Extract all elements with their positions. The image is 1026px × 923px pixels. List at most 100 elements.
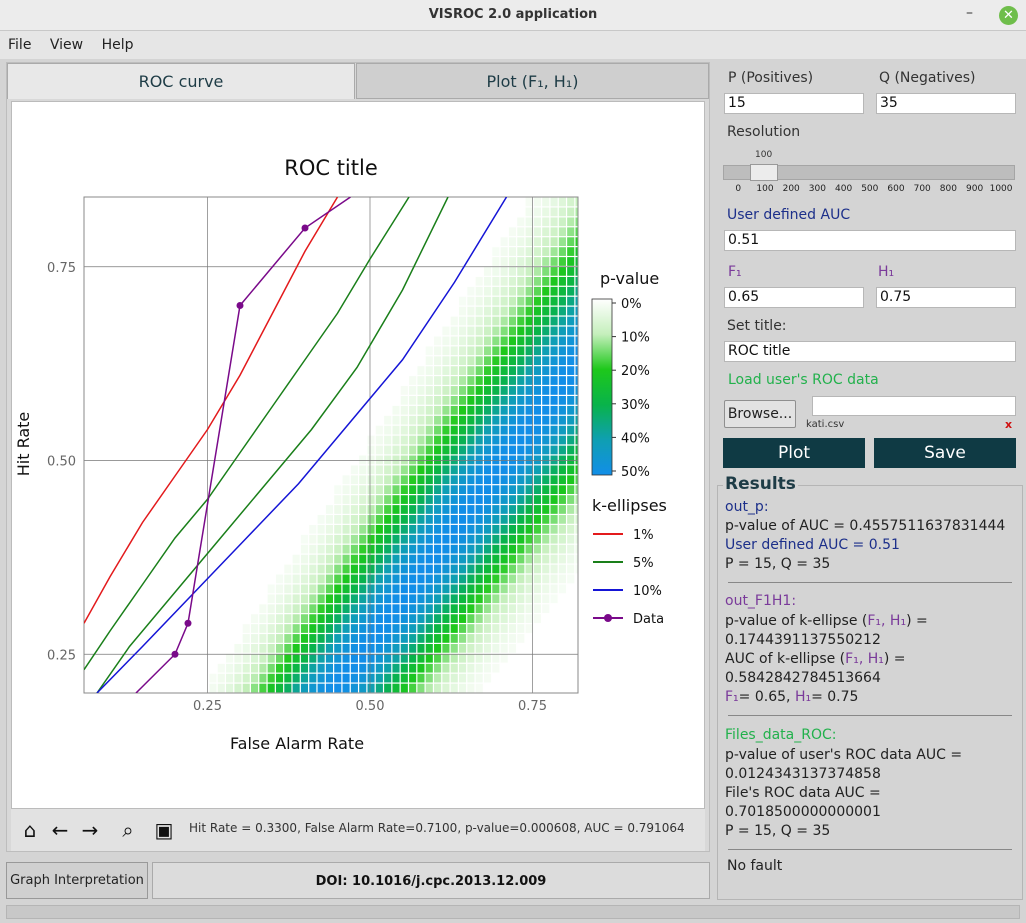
heatmap-cell <box>550 376 558 385</box>
heatmap-cell <box>450 425 458 435</box>
slider-handle[interactable] <box>750 164 778 181</box>
heatmap-cell <box>517 564 525 574</box>
heatmap-cell <box>284 683 292 693</box>
heatmap-cell <box>508 445 517 455</box>
heatmap-cell <box>492 475 500 485</box>
pvalue-user-value: 0.0124343137374858 <box>725 766 881 782</box>
graph-interpretation-button[interactable]: Graph Interpretation <box>6 862 148 899</box>
plot-canvas[interactable]: ROC title 0.25 0.50 0.75 0.25 0.50 0.75 False A… <box>11 101 705 809</box>
heatmap-cell <box>567 425 575 435</box>
h1-input[interactable]: 0.75 <box>876 287 1016 308</box>
heatmap-cell <box>558 584 566 594</box>
heatmap-cell <box>309 574 317 584</box>
heatmap-cell <box>317 614 325 623</box>
heatmap-cell <box>542 515 550 524</box>
heatmap-cell <box>533 257 541 266</box>
q-input[interactable]: 35 <box>876 93 1016 114</box>
heatmap-cell <box>483 366 492 375</box>
heatmap-cell <box>517 306 525 316</box>
heatmap-cell <box>409 495 417 504</box>
heatmap-cell <box>359 594 367 604</box>
y-tick-label: 0.75 <box>47 261 76 276</box>
pvalue-auc: p-value of AUC = 0.4557511637831444 <box>725 518 1006 534</box>
heatmap-cell <box>550 515 558 524</box>
heatmap-cell <box>434 465 442 475</box>
heatmap-cell <box>450 515 458 524</box>
save-button[interactable]: Save <box>874 438 1016 468</box>
heatmap-cell <box>425 356 433 366</box>
heatmap-cell <box>392 544 400 554</box>
heatmap-cell <box>483 554 492 564</box>
heatmap-cell <box>500 336 508 346</box>
heatmap-cell <box>525 574 533 584</box>
heatmap-cell <box>267 653 275 663</box>
heatmap-cell <box>542 296 550 306</box>
title-input[interactable]: ROC title <box>724 341 1016 362</box>
menu-help[interactable]: Help <box>94 31 140 53</box>
heatmap-cell <box>342 663 350 673</box>
f1-input[interactable]: 0.65 <box>724 287 864 308</box>
heatmap-cell <box>500 465 508 475</box>
heatmap-cell <box>359 673 367 683</box>
heatmap-cell <box>550 286 558 296</box>
heatmap-cell <box>359 604 367 614</box>
heatmap-cell <box>409 405 417 415</box>
heatmap-cell <box>409 594 417 604</box>
heatmap-cell <box>367 524 375 534</box>
clear-file-icon[interactable]: x <box>1005 418 1012 431</box>
heatmap-cell <box>375 495 383 504</box>
heatmap-cell <box>442 524 450 534</box>
heatmap-cell <box>492 604 500 614</box>
save-figure-icon[interactable]: ▣ <box>151 817 177 843</box>
heatmap-cell <box>575 554 578 564</box>
heatmap-cell <box>300 624 309 633</box>
heatmap-cell <box>284 604 292 614</box>
heatmap-cell <box>275 624 284 633</box>
browse-button[interactable]: Browse... <box>724 400 796 428</box>
heatmap-cell <box>508 356 517 366</box>
heatmap-cell <box>409 455 417 465</box>
heatmap-cell <box>492 624 500 633</box>
p-input[interactable]: 15 <box>724 93 864 114</box>
menu-view[interactable]: View <box>42 31 89 53</box>
tab-roc-curve[interactable]: ROC curve <box>7 63 355 99</box>
zoom-icon[interactable]: ⌕ <box>115 817 141 843</box>
forward-icon[interactable]: → <box>77 817 103 843</box>
heatmap-cell <box>533 564 541 574</box>
heatmap-cell <box>275 653 284 663</box>
resolution-slider[interactable] <box>723 164 1015 181</box>
heatmap-cell <box>259 644 267 653</box>
heatmap-cell <box>533 197 541 207</box>
data-point <box>171 650 179 658</box>
heatmap-cell <box>508 386 517 395</box>
heatmap-cell <box>334 564 342 574</box>
heatmap-cell <box>450 614 458 623</box>
heatmap-cell <box>450 584 458 594</box>
heatmap-cell <box>517 624 525 633</box>
file-path-input[interactable] <box>812 396 1016 416</box>
heatmap-cell <box>542 425 550 435</box>
heatmap-cell <box>483 564 492 574</box>
heatmap-cell <box>417 663 425 673</box>
heatmap-cell <box>434 584 442 594</box>
heatmap-cell <box>459 604 467 614</box>
plot-button[interactable]: Plot <box>723 438 865 468</box>
heatmap-cell <box>500 455 508 465</box>
tab-plot-f1h1[interactable]: Plot (F₁, H₁) <box>356 63 709 99</box>
menu-file[interactable]: File <box>0 31 37 53</box>
heatmap-cell <box>359 475 367 485</box>
heatmap-cell <box>342 594 350 604</box>
heatmap-cell <box>267 614 275 623</box>
heatmap-cell <box>400 515 408 524</box>
heatmap-cell <box>367 614 375 623</box>
heatmap-cell <box>459 624 467 633</box>
back-icon[interactable]: ← <box>47 817 73 843</box>
heatmap-cell <box>375 455 383 465</box>
minimize-icon[interactable]: – <box>966 5 982 23</box>
heatmap-cell <box>567 485 575 494</box>
user-auc-input[interactable]: 0.51 <box>724 230 1016 251</box>
heatmap-cell <box>567 326 575 336</box>
heatmap-cell <box>517 475 525 485</box>
close-icon[interactable]: ✕ <box>999 6 1018 25</box>
home-icon[interactable]: ⌂ <box>17 817 43 843</box>
